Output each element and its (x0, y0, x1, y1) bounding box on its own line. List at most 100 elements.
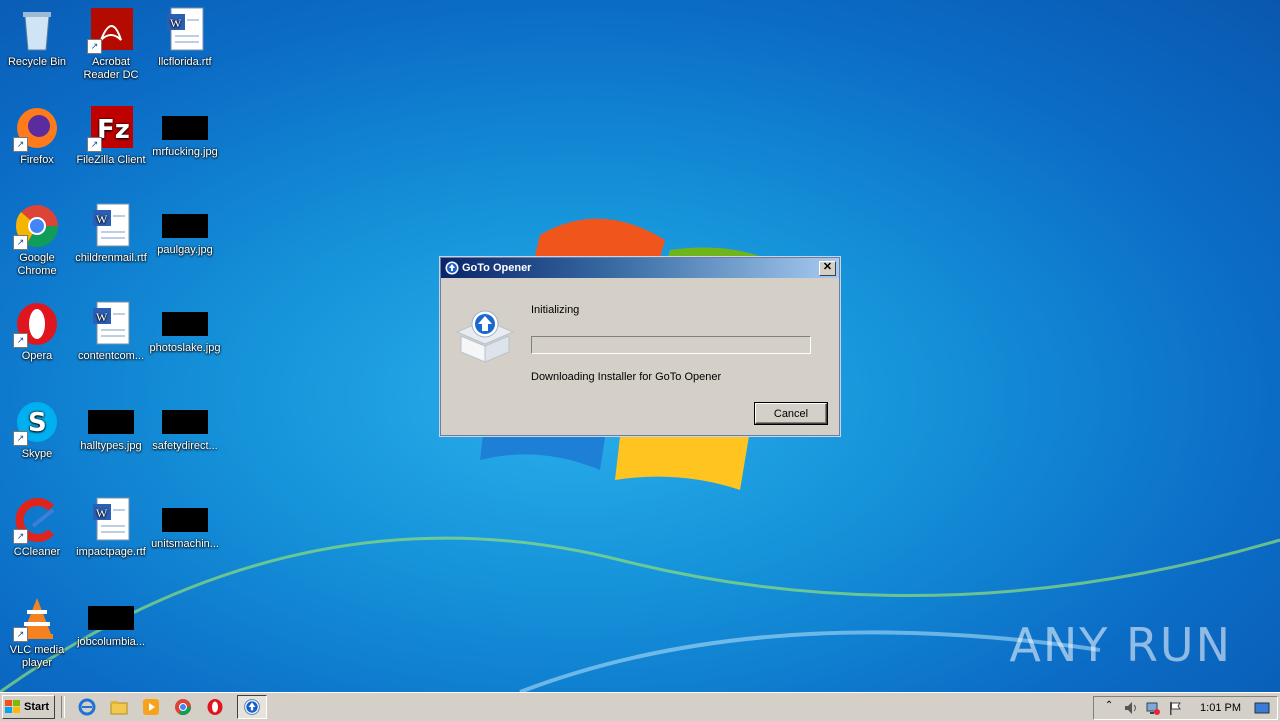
desktop-icon-paulgay[interactable]: paulgay.jpg (148, 196, 222, 257)
desktop-icon-label: Acrobat Reader DC (83, 56, 139, 81)
word-document-icon: W (87, 300, 135, 348)
shortcut-arrow-icon: ↗ (87, 39, 102, 54)
start-button[interactable]: Start (2, 695, 56, 719)
desktop-icon-chrome[interactable]: ↗ Google Chrome (0, 196, 74, 278)
volume-icon[interactable] (1123, 700, 1139, 716)
internet-explorer-icon[interactable] (78, 698, 96, 716)
desktop-icon-label: Recycle Bin (7, 56, 67, 68)
desktop-icon-llcflorida[interactable]: W llcflorida.rtf (148, 0, 222, 69)
redacted-thumbnail (88, 606, 134, 630)
recycle-bin-icon (13, 6, 61, 54)
anyrun-watermark: ANY RUN (1009, 618, 1232, 672)
desktop-icon-label: impactpage.rtf (76, 546, 146, 558)
desktop-icon-label: Skype (21, 448, 53, 460)
svg-text:W: W (170, 16, 182, 30)
vlc-icon: ↗ (13, 594, 61, 642)
word-document-icon: W (161, 6, 209, 54)
desktop-icon-label: paulgay.jpg (157, 244, 213, 256)
chrome-taskbar-icon[interactable] (174, 698, 192, 716)
start-label: Start (24, 701, 50, 713)
chrome-icon: ↗ (13, 202, 61, 250)
shortcut-arrow-icon: ↗ (87, 137, 102, 152)
redacted-thumbnail (162, 410, 208, 434)
svg-text:W: W (96, 506, 108, 520)
desktop-icon-label: Google Chrome (17, 252, 57, 277)
ccleaner-icon: ↗ (13, 496, 61, 544)
desktop-icon-mrfucking[interactable]: mrfucking.jpg (148, 98, 222, 159)
desktop-icon-halltypes[interactable]: halltypes.jpg (74, 392, 148, 453)
desktop-icon-label: VLC media player (9, 644, 65, 669)
taskbar: Start ⌃ 1:01 PM (0, 692, 1280, 721)
desktop-icon-childrenmail[interactable]: W childrenmail.rtf (74, 196, 148, 265)
show-desktop-icon[interactable] (1254, 700, 1270, 716)
svg-text:W: W (96, 310, 108, 324)
desktop-icon-label: halltypes.jpg (80, 440, 142, 452)
desktop-icon-impactpage[interactable]: W impactpage.rtf (74, 490, 148, 559)
desktop-icon-contentcom[interactable]: W contentcom... (74, 294, 148, 363)
desktop-icon-recycle-bin[interactable]: Recycle Bin (0, 0, 74, 69)
desktop-icon-label: childrenmail.rtf (75, 252, 147, 264)
desktop-icon-label: photoslake.jpg (149, 342, 221, 354)
goto-opener-dialog: GoTo Opener ✕ Initializing Downloading I… (440, 257, 840, 436)
redacted-thumbnail (162, 116, 208, 140)
file-explorer-icon[interactable] (110, 698, 128, 716)
desktop-icon-label: Firefox (20, 154, 54, 166)
clock[interactable]: 1:01 PM (1200, 702, 1241, 714)
word-document-icon: W (87, 202, 135, 250)
desktop-icon-label: Opera (21, 350, 53, 362)
desktop-icon-label: CCleaner (13, 546, 61, 558)
action-center-flag-icon[interactable] (1167, 700, 1183, 716)
cancel-button[interactable]: Cancel (755, 403, 827, 424)
desktop-icon-photoslake[interactable]: photoslake.jpg (148, 294, 222, 355)
network-icon[interactable] (1145, 700, 1161, 716)
desktop-icon-safetydirect[interactable]: safetydirect... (148, 392, 222, 453)
desktop-icon-label: mrfucking.jpg (152, 146, 218, 158)
desktop-icon-ccleaner[interactable]: ↗ CCleaner (0, 490, 74, 559)
desktop-icon-label: jobcolumbia... (77, 636, 145, 648)
desktop-icon-label: contentcom... (77, 350, 145, 362)
acrobat-reader-icon: ↗ (87, 6, 135, 54)
opera-icon: ↗ (13, 300, 61, 348)
windows-logo-icon (5, 700, 20, 713)
redacted-thumbnail (162, 214, 208, 238)
system-tray: ⌃ 1:01 PM (1093, 696, 1278, 720)
dialog-titlebar[interactable]: GoTo Opener ✕ (441, 258, 839, 278)
word-document-icon: W (87, 496, 135, 544)
shortcut-arrow-icon: ↗ (13, 137, 28, 152)
shortcut-arrow-icon: ↗ (13, 431, 28, 446)
filezilla-icon: Fz ↗ (87, 104, 135, 152)
desktop-icon-acrobat[interactable]: ↗ Acrobat Reader DC (74, 0, 148, 82)
skype-icon: S ↗ (13, 398, 61, 446)
svg-text:S: S (28, 408, 47, 438)
redacted-thumbnail (162, 312, 208, 336)
shortcut-arrow-icon: ↗ (13, 235, 28, 250)
shortcut-arrow-icon: ↗ (13, 627, 28, 642)
close-button[interactable]: ✕ (819, 260, 836, 276)
desktop-icon-label: llcflorida.rtf (158, 56, 212, 68)
svg-text:W: W (96, 212, 108, 226)
box-upload-icon (455, 310, 515, 363)
taskbar-goto-opener-button[interactable] (237, 695, 268, 719)
goto-opener-taskbar-icon (244, 699, 261, 715)
desktop-icon-firefox[interactable]: ↗ Firefox (0, 98, 74, 167)
desktop-icon-label: FileZilla Client (76, 154, 146, 166)
media-player-icon[interactable] (142, 698, 160, 716)
desktop-icon-label: unitsmachin... (151, 538, 219, 550)
shortcut-arrow-icon: ↗ (13, 333, 28, 348)
desktop-icon-vlc[interactable]: ↗ VLC media player (0, 588, 74, 670)
goto-opener-icon (445, 261, 459, 275)
desktop-icon-skype[interactable]: S ↗ Skype (0, 392, 74, 461)
download-progress-bar (531, 336, 811, 354)
opera-taskbar-icon[interactable] (206, 698, 224, 716)
status-label: Initializing (531, 304, 580, 316)
firefox-icon: ↗ (13, 104, 61, 152)
dialog-title: GoTo Opener (462, 262, 532, 274)
desktop-icon-jobcolumbia[interactable]: jobcolumbia... (74, 588, 148, 649)
detail-label: Downloading Installer for GoTo Opener (531, 371, 722, 383)
desktop-icon-label: safetydirect... (152, 440, 218, 452)
desktop-icon-filezilla[interactable]: Fz ↗ FileZilla Client (74, 98, 148, 167)
desktop-icon-opera[interactable]: ↗ Opera (0, 294, 74, 363)
show-hidden-icons-icon[interactable]: ⌃ (1101, 700, 1117, 716)
quicklaunch-separator (61, 696, 66, 718)
desktop-icon-unitsmachin[interactable]: unitsmachin... (148, 490, 222, 551)
